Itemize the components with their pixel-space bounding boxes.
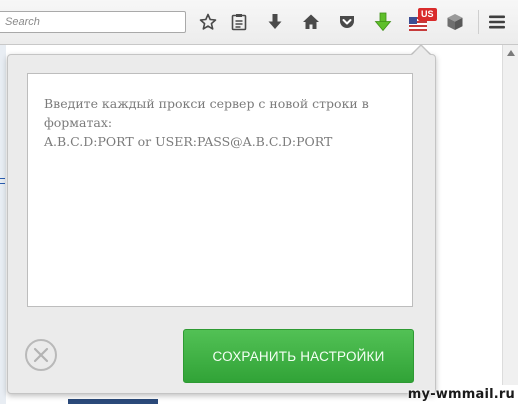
- search-input[interactable]: [0, 12, 185, 32]
- page-link-fragment[interactable]: [0, 178, 5, 179]
- downloads-icon[interactable]: [263, 10, 287, 34]
- search-box[interactable]: [0, 11, 186, 33]
- close-circle-icon[interactable]: [25, 339, 57, 371]
- proxy-list-textarea[interactable]: [27, 73, 413, 307]
- proxy-settings-popup: СОХРАНИТЬ НАСТРОЙКИ: [7, 54, 436, 394]
- menu-icon[interactable]: [485, 10, 509, 34]
- page-footer-fragment: [68, 399, 158, 404]
- reading-list-icon[interactable]: [227, 10, 251, 34]
- save-settings-button[interactable]: СОХРАНИТЬ НАСТРОЙКИ: [183, 329, 414, 383]
- page-left-edge: [0, 45, 6, 404]
- green-download-icon[interactable]: [371, 10, 395, 34]
- pocket-icon[interactable]: [335, 10, 359, 34]
- package-icon[interactable]: [443, 10, 467, 34]
- page-scrollbar[interactable]: [502, 45, 518, 385]
- vpn-country-badge: US: [418, 8, 437, 21]
- watermark-text: my-wmmail.ru: [407, 387, 515, 402]
- popup-arrow-fill: [412, 46, 430, 55]
- scroll-up-arrow-icon[interactable]: [503, 45, 518, 61]
- browser-toolbar: US: [0, 0, 518, 45]
- bookmark-star-icon[interactable]: [196, 10, 220, 34]
- home-icon[interactable]: [299, 10, 323, 34]
- page-link-fragment[interactable]: [0, 183, 5, 184]
- toolbar-separator: [478, 10, 479, 34]
